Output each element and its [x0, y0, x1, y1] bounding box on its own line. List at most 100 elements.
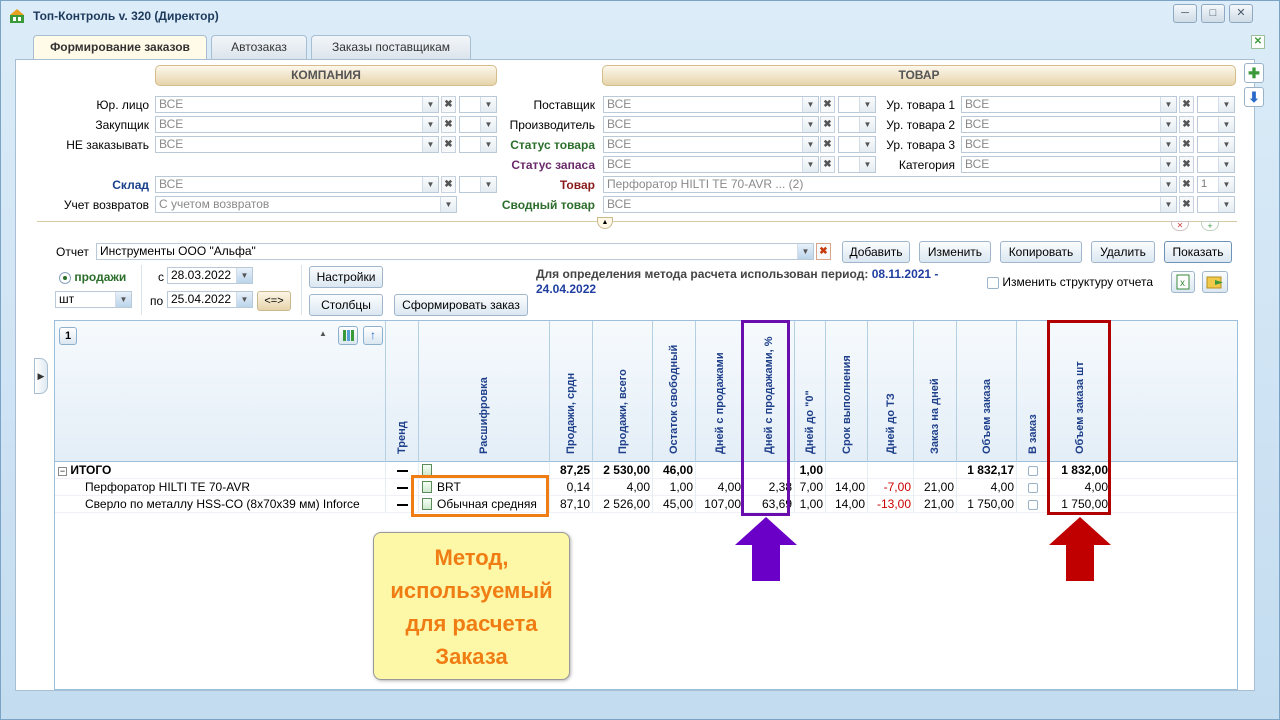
header-order-days[interactable]: Заказ на дней: [913, 321, 956, 462]
header-stock-free[interactable]: Остаток свободный: [652, 321, 695, 462]
clear-icon[interactable]: ✖: [441, 136, 456, 153]
legal-entity-select[interactable]: ВСЕ ▼: [155, 96, 439, 113]
chevron-down-icon[interactable]: ▼: [1218, 157, 1234, 172]
product-select[interactable]: Перфоратор HILTI TE 70-AVR ... (2) ▼: [603, 176, 1177, 193]
export-folder-icon[interactable]: [1202, 271, 1228, 293]
to-order-cell[interactable]: [1016, 479, 1048, 496]
header-trend[interactable]: Тренд: [385, 321, 418, 462]
expand-side-panel-icon[interactable]: ▶: [34, 358, 48, 394]
header-to-order[interactable]: В заказ: [1016, 321, 1048, 462]
chevron-down-icon[interactable]: ▼: [236, 268, 252, 283]
manufacturer-select[interactable]: ВСЕ ▼: [603, 116, 819, 133]
category-select[interactable]: ВСЕ ▼: [961, 156, 1177, 173]
tab-supplier-orders[interactable]: Заказы поставщикам: [311, 35, 471, 59]
header-days-tz[interactable]: Дней до ТЗ: [867, 321, 913, 462]
chevron-down-icon[interactable]: ▼: [422, 137, 438, 152]
checkbox-icon[interactable]: [987, 276, 999, 289]
tab-order-forming[interactable]: Формирование заказов: [33, 35, 207, 60]
clear-icon[interactable]: ✖: [1179, 196, 1194, 213]
settings-button[interactable]: Настройки: [309, 266, 383, 288]
level1-mode[interactable]: ▼: [1197, 96, 1235, 113]
add-green-icon[interactable]: ✚: [1244, 63, 1264, 83]
clear-icon[interactable]: ✖: [1179, 116, 1194, 133]
chevron-down-icon[interactable]: ▼: [1160, 157, 1176, 172]
header-order-volume[interactable]: Объем заказа: [956, 321, 1016, 462]
level2-select[interactable]: ВСЕ ▼: [961, 116, 1177, 133]
product-count[interactable]: 1 ▼: [1197, 176, 1235, 193]
clear-icon[interactable]: ✖: [1179, 96, 1194, 113]
chevron-down-icon[interactable]: ▼: [1160, 97, 1176, 112]
minimize-button[interactable]: ─: [1173, 4, 1197, 23]
clear-icon[interactable]: ✖: [1179, 176, 1194, 193]
product-status-select[interactable]: ВСЕ ▼: [603, 136, 819, 153]
unit-select[interactable]: шт ▼: [55, 291, 132, 308]
header-lead-time[interactable]: Срок выполнения: [825, 321, 867, 462]
clear-icon[interactable]: ✖: [441, 96, 456, 113]
collapse-group-icon[interactable]: −: [58, 467, 67, 476]
summary-product-mode[interactable]: ▼: [1197, 196, 1235, 213]
chevron-down-icon[interactable]: ▼: [1218, 97, 1234, 112]
report-select[interactable]: Инструменты ООО "Альфа" ▼: [96, 243, 814, 260]
checkbox-icon[interactable]: [1027, 482, 1038, 493]
chevron-down-icon[interactable]: ▼: [480, 97, 496, 112]
buyer-select[interactable]: ВСЕ ▼: [155, 116, 439, 133]
clear-report-icon[interactable]: ✖: [816, 243, 831, 260]
chevron-down-icon[interactable]: ▼: [1218, 197, 1234, 212]
chevron-down-icon[interactable]: ▼: [440, 197, 456, 212]
chevron-down-icon[interactable]: ▼: [802, 117, 818, 132]
clear-icon[interactable]: ✖: [441, 176, 456, 193]
copy-button[interactable]: Копировать: [1000, 241, 1082, 263]
chevron-down-icon[interactable]: ▼: [480, 177, 496, 192]
show-button[interactable]: Показать: [1164, 241, 1232, 263]
header-method[interactable]: Расшифровка: [418, 321, 549, 462]
clear-icon[interactable]: ✖: [820, 96, 835, 113]
chevron-down-icon[interactable]: ▼: [1160, 117, 1176, 132]
chevron-down-icon[interactable]: ▼: [1160, 177, 1176, 192]
checkbox-icon[interactable]: [1027, 499, 1038, 510]
columns-toggle-icon[interactable]: [338, 326, 358, 345]
chevron-down-icon[interactable]: ▼: [802, 97, 818, 112]
chevron-down-icon[interactable]: ▼: [797, 244, 813, 259]
change-structure-checkbox[interactable]: Изменить структуру отчета: [987, 274, 1153, 290]
clear-icon[interactable]: ✖: [820, 116, 835, 133]
edit-button[interactable]: Изменить: [919, 241, 991, 263]
clear-icon[interactable]: ✖: [820, 136, 835, 153]
header-sales-avg[interactable]: Продажи, срдн: [549, 321, 592, 462]
stock-status-select[interactable]: ВСЕ ▼: [603, 156, 819, 173]
swap-dates-button[interactable]: <=>: [257, 291, 291, 311]
category-mode[interactable]: ▼: [1197, 156, 1235, 173]
close-button[interactable]: ✕: [1229, 4, 1253, 23]
clear-icon[interactable]: ✖: [820, 156, 835, 173]
maximize-button[interactable]: □: [1201, 4, 1225, 23]
warehouse-mode[interactable]: ▼: [459, 176, 497, 193]
group-number[interactable]: 1: [59, 327, 77, 345]
chevron-down-icon[interactable]: ▼: [802, 137, 818, 152]
chevron-down-icon[interactable]: ▼: [1218, 137, 1234, 152]
returns-select[interactable]: С учетом возвратов ▼: [155, 196, 457, 213]
columns-button[interactable]: Столбцы: [309, 294, 383, 316]
chevron-down-icon[interactable]: ▼: [236, 292, 252, 307]
tab-autoorder[interactable]: Автозаказ: [211, 35, 307, 59]
summary-product-select[interactable]: ВСЕ ▼: [603, 196, 1177, 213]
arrow-up-icon[interactable]: ↑: [363, 326, 383, 345]
level3-mode[interactable]: ▼: [1197, 136, 1235, 153]
close-tab-icon[interactable]: ✕: [1251, 35, 1265, 49]
chevron-down-icon[interactable]: ▼: [480, 137, 496, 152]
warehouse-select[interactable]: ВСЕ ▼: [155, 176, 439, 193]
to-date-input[interactable]: 25.04.2022 ▼: [167, 291, 253, 308]
clear-icon[interactable]: ✖: [441, 116, 456, 133]
chevron-down-icon[interactable]: ▼: [115, 292, 131, 307]
not-order-select[interactable]: ВСЕ ▼: [155, 136, 439, 153]
clear-icon[interactable]: ✖: [1179, 136, 1194, 153]
chevron-down-icon[interactable]: ▼: [422, 97, 438, 112]
form-order-button[interactable]: Сформировать заказ: [394, 294, 528, 316]
legal-entity-mode[interactable]: ▼: [459, 96, 497, 113]
header-days-sales[interactable]: Дней с продажами: [695, 321, 743, 462]
supplier-select[interactable]: ВСЕ ▼: [603, 96, 819, 113]
radio-selected-icon[interactable]: [59, 271, 71, 284]
export-excel-icon[interactable]: x: [1171, 271, 1195, 293]
not-order-mode[interactable]: ▼: [459, 136, 497, 153]
sales-radio[interactable]: продажи: [59, 269, 126, 285]
delete-button[interactable]: Удалить: [1091, 241, 1155, 263]
level3-select[interactable]: ВСЕ ▼: [961, 136, 1177, 153]
